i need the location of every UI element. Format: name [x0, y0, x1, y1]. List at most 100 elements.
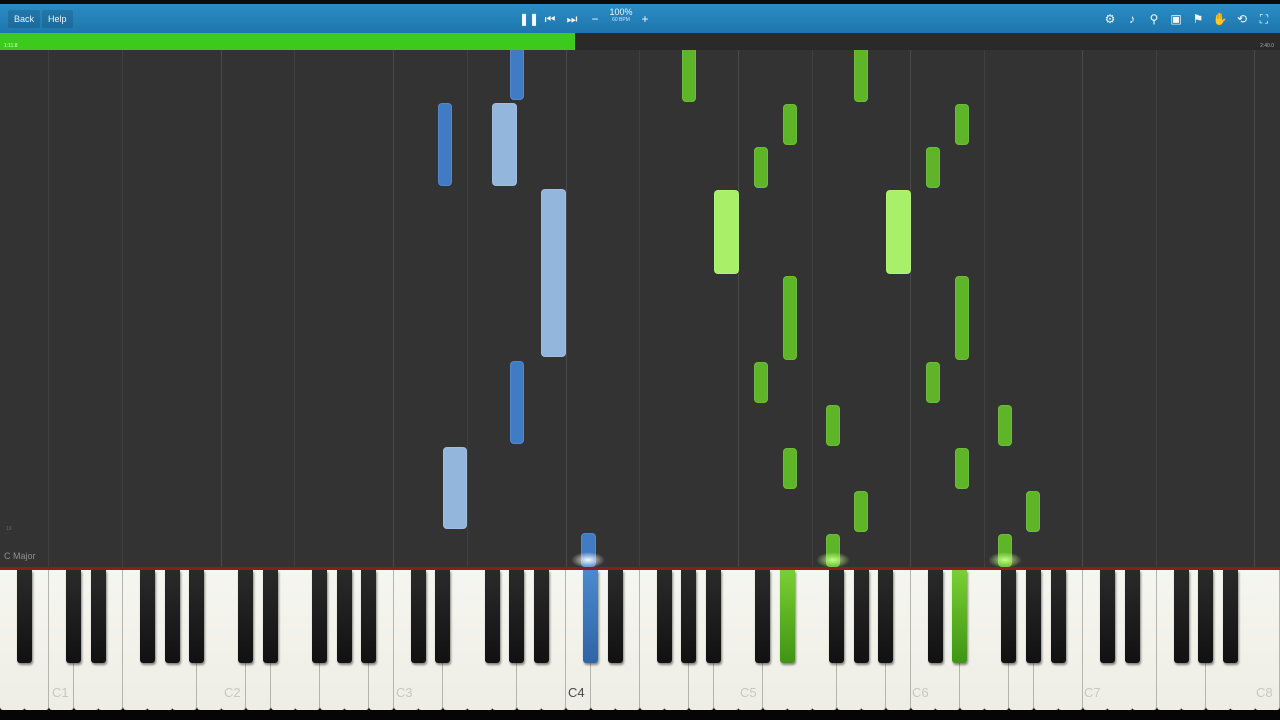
black-key[interactable] [533, 570, 549, 663]
speed-percent: 100% [609, 7, 633, 17]
search-icon[interactable]: ⚲ [1145, 9, 1163, 29]
right-hand-note [926, 362, 940, 403]
right-hand-note [783, 104, 797, 145]
octave-label-c6: C6 [912, 685, 929, 700]
previous-icon[interactable]: ⏮ [541, 9, 559, 29]
key-glow-effect [988, 552, 1022, 567]
right-hand-note [955, 448, 969, 489]
black-key[interactable] [509, 570, 525, 663]
help-button[interactable]: Help [42, 10, 73, 28]
playback-speed: 100% 60 BPM [606, 8, 636, 23]
right-hand-note [955, 276, 969, 360]
metronome-icon[interactable]: ♪ [1123, 9, 1141, 29]
black-key[interactable] [829, 570, 845, 663]
grid-line [467, 50, 468, 567]
left-hand-note [438, 103, 452, 186]
black-key[interactable] [361, 570, 377, 663]
octave-label-c4: C4 [568, 685, 585, 700]
right-hand-note [754, 362, 768, 403]
left-hand-note [492, 103, 517, 186]
black-key[interactable] [189, 570, 205, 663]
hand-icon[interactable]: ✋ [1211, 9, 1229, 29]
black-key[interactable] [336, 570, 352, 663]
piano-keyboard: C1 C2 C3 C4 C5 C6 C7 C8 [0, 570, 1280, 710]
grid-line [1156, 50, 1157, 567]
black-key[interactable] [1001, 570, 1017, 663]
left-hand-note [510, 50, 524, 100]
right-hand-note [854, 50, 868, 102]
black-key[interactable] [1222, 570, 1238, 663]
black-key[interactable] [927, 570, 943, 663]
current-time: 1:11.8 [4, 43, 18, 49]
black-key[interactable] [16, 570, 32, 663]
black-key[interactable] [164, 570, 180, 663]
right-hand-note [886, 190, 911, 274]
grid-line [910, 50, 911, 567]
right-hand-note [854, 491, 868, 532]
key-glow-effect [571, 552, 605, 567]
progress-timeline[interactable]: 1:11.8 2:40.0 [0, 33, 1280, 51]
black-key[interactable] [1026, 570, 1042, 663]
octave-label-c3: C3 [396, 685, 413, 700]
black-key[interactable] [139, 570, 155, 663]
black-key[interactable] [410, 570, 426, 663]
right-hand-note [1026, 491, 1040, 532]
black-key[interactable] [1050, 570, 1066, 663]
black-key[interactable] [484, 570, 500, 663]
total-time: 2:40.0 [1260, 43, 1274, 49]
grid-line [294, 50, 295, 567]
black-key[interactable] [263, 570, 279, 663]
right-hand-note [682, 50, 696, 102]
black-key[interactable] [435, 570, 451, 663]
top-toolbar: Back Help ❚❚ ⏮ ⏭ − 100% 60 BPM + ⚙ ♪ ⚲ ▣… [0, 0, 1280, 33]
progress-fill [0, 33, 575, 50]
black-key[interactable] [681, 570, 697, 663]
grid-line [566, 50, 567, 567]
left-hand-note [443, 447, 467, 529]
black-key[interactable] [656, 570, 672, 663]
octave-label-c2: C2 [224, 685, 241, 700]
octave-label-c1: C1 [52, 685, 69, 700]
loop-icon[interactable]: ⟲ [1233, 9, 1251, 29]
right-hand-note [955, 104, 969, 145]
speed-bpm: 60 BPM [612, 17, 630, 23]
key-glow-effect [816, 552, 850, 567]
measure-number: 19 [6, 526, 12, 532]
black-key[interactable] [66, 570, 82, 663]
black-key[interactable] [1173, 570, 1189, 663]
black-key[interactable] [755, 570, 771, 663]
black-key[interactable] [1124, 570, 1140, 663]
grid-line [738, 50, 739, 567]
pressed-black-key[interactable] [952, 570, 968, 663]
black-key[interactable] [312, 570, 328, 663]
black-key[interactable] [853, 570, 869, 663]
left-hand-note [510, 361, 524, 444]
right-hand-note [998, 405, 1012, 446]
grid-line [984, 50, 985, 567]
bookmark-icon[interactable]: ⚑ [1189, 9, 1207, 29]
grid-line [48, 50, 49, 567]
grid-line [812, 50, 813, 567]
grid-line [1254, 50, 1255, 567]
black-key[interactable] [607, 570, 623, 663]
black-key[interactable] [90, 570, 106, 663]
black-key[interactable] [1099, 570, 1115, 663]
grid-line [393, 50, 394, 567]
octave-label-c8: C8 [1256, 685, 1273, 700]
settings-gear-icon[interactable]: ⚙ [1101, 9, 1119, 29]
black-key[interactable] [1198, 570, 1214, 663]
pressed-black-key[interactable] [583, 570, 598, 663]
pressed-black-key[interactable] [779, 570, 795, 663]
grid-line [1082, 50, 1083, 567]
next-icon[interactable]: ⏭ [563, 9, 581, 29]
black-key[interactable] [238, 570, 254, 663]
pause-icon[interactable]: ❚❚ [519, 9, 539, 29]
bottom-bar [0, 710, 1280, 720]
back-button[interactable]: Back [8, 10, 41, 28]
fullscreen-icon[interactable]: ⛶ [1255, 9, 1273, 29]
black-key[interactable] [706, 570, 722, 663]
black-key[interactable] [878, 570, 894, 663]
plus-icon[interactable]: + [636, 9, 654, 29]
minus-icon[interactable]: − [586, 9, 604, 29]
label-icon[interactable]: ▣ [1167, 9, 1185, 29]
